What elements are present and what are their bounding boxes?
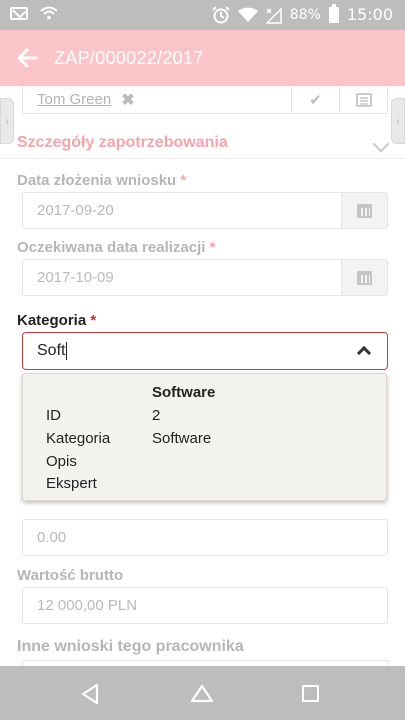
chevron-right-icon: ›	[5, 114, 9, 128]
suggestion-row-value: 2	[152, 407, 161, 424]
category-typed-text: Soft	[37, 342, 66, 359]
wifi-icon	[237, 7, 258, 22]
chevron-left-icon: ‹	[396, 114, 400, 128]
assignee-link[interactable]: Tom Green	[37, 91, 111, 108]
details-button[interactable]	[339, 86, 387, 114]
right-panel-tab[interactable]: ‹	[391, 98, 405, 144]
status-bar: 88% 15:00	[0, 0, 405, 30]
suggestion-row-label: ID	[46, 407, 61, 424]
expected-date-value: 2017-10-09	[37, 269, 114, 286]
net-value: 0.00	[37, 529, 67, 546]
signal-icon	[265, 6, 282, 24]
net-value-field[interactable]: 0.00	[22, 519, 388, 556]
calendar-icon	[357, 270, 372, 285]
submission-date-calendar-button[interactable]	[341, 193, 387, 228]
category-autocomplete-input[interactable]: Soft	[22, 332, 388, 370]
expected-date-field[interactable]: 2017-10-09	[22, 259, 388, 296]
suggestion-title: Software	[152, 384, 216, 401]
expected-date-calendar-button[interactable]	[341, 260, 387, 295]
submission-date-field[interactable]: 2017-09-20	[22, 192, 388, 229]
form-content[interactable]: › ‹ Tom Green ✖ ✔ Szczegóły zapotrzebowa…	[0, 86, 405, 666]
remove-assignee-icon[interactable]: ✖	[121, 90, 134, 110]
nav-recent-apps-icon[interactable]	[302, 685, 319, 702]
nav-back-icon[interactable]	[80, 683, 100, 705]
suggestion-row-label: Ekspert	[46, 475, 97, 492]
calendar-icon	[357, 203, 372, 218]
gross-value-field[interactable]: 12 000,00 PLN	[22, 587, 388, 624]
clock-time: 15:00	[346, 5, 393, 24]
expected-date-label: Oczekiwana data realizacji *	[17, 239, 216, 256]
list-icon	[355, 93, 372, 107]
nav-home-icon[interactable]	[190, 683, 214, 703]
left-panel-tab[interactable]: ›	[0, 98, 14, 144]
suggestion-row-value: Software	[152, 430, 212, 447]
chevron-down-icon[interactable]	[372, 135, 390, 153]
submission-date-value: 2017-09-20	[37, 202, 114, 219]
approve-button[interactable]: ✔	[291, 86, 339, 114]
category-suggestion-item[interactable]: Software ID 2 Kategoria Software Opis Ek…	[22, 373, 387, 501]
page-title: ZAP/000022/2017	[54, 47, 204, 68]
battery-icon	[328, 3, 339, 23]
system-nav-bar	[0, 666, 405, 720]
app-bar: ZAP/000022/2017	[0, 30, 405, 86]
text-caret	[66, 342, 68, 360]
other-requests-title: Inne wnioski tego pracownika	[17, 638, 244, 655]
suggestion-row-label: Opis	[46, 453, 77, 470]
category-label: Kategoria *	[17, 312, 97, 329]
alarm-icon	[212, 5, 230, 23]
mail-icon	[10, 6, 28, 20]
assignee-row: Tom Green ✖ ✔	[22, 86, 388, 114]
divider	[0, 158, 405, 159]
submission-date-label: Data złożenia wniosku *	[17, 172, 187, 189]
wifi-icon	[40, 6, 58, 20]
gross-value-label: Wartość brutto	[17, 567, 124, 584]
back-arrow-icon[interactable]	[16, 47, 38, 69]
check-icon: ✔	[309, 92, 322, 109]
suggestion-row-label: Kategoria	[46, 430, 111, 447]
section-title: Szczegóły zapotrzebowania	[17, 134, 228, 151]
chevron-up-icon[interactable]	[356, 345, 372, 361]
battery-level: 88%	[289, 6, 321, 23]
gross-value: 12 000,00 PLN	[37, 597, 138, 614]
